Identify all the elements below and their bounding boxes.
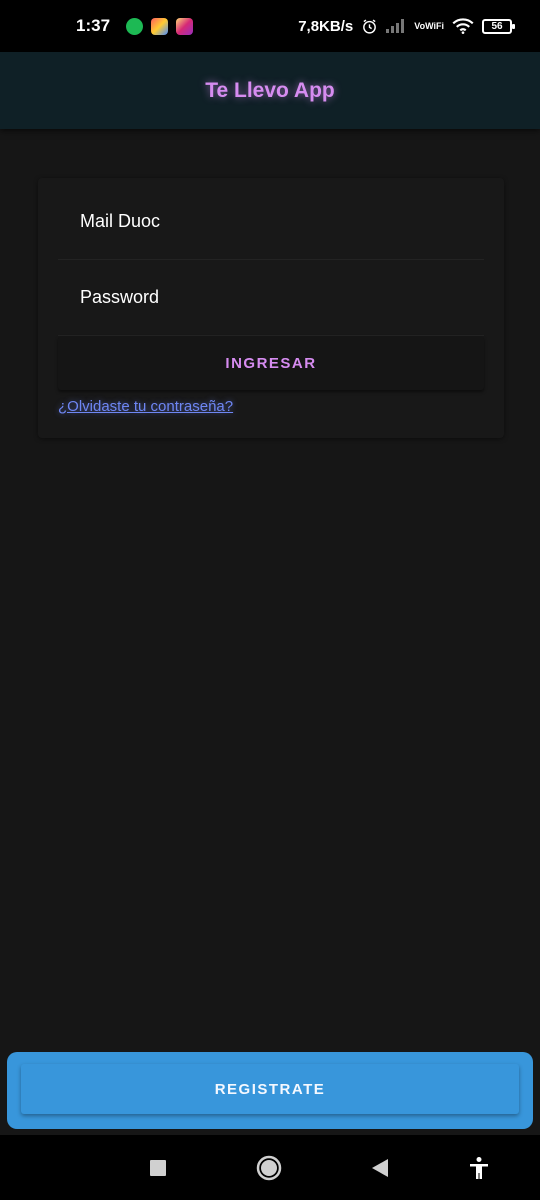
accessibility-icon[interactable] [466,1155,492,1181]
recents-icon[interactable] [145,1155,171,1181]
navigation-bar [0,1135,540,1200]
home-icon[interactable] [256,1155,282,1181]
vowifi-icon: Vo WiFi [414,20,444,31]
signal-icon [386,19,406,33]
instagram-icon [176,17,194,35]
password-input[interactable] [80,287,484,308]
status-right: 7,8KB/s Vo WiFi 56 [298,17,515,35]
email-input[interactable] [80,211,484,232]
wifi-icon [452,18,474,34]
battery-icon: 56 [482,18,515,34]
register-footer: REGISTRATE [7,1052,533,1129]
vowifi-bottom: WiFi [425,20,444,31]
back-icon[interactable] [367,1155,393,1181]
app-toolbar: Te Llevo App [0,52,540,129]
forgot-password-link[interactable]: ¿Olvidaste tu contraseña? [58,398,233,415]
status-left: 1:37 [76,16,194,36]
register-button[interactable]: REGISTRATE [21,1064,519,1114]
app-title: Te Llevo App [205,78,335,102]
vowifi-top: Vo [414,20,426,31]
alarm-icon [361,18,378,35]
network-speed: 7,8KB/s [298,17,354,35]
password-field [58,260,484,336]
login-card: INGRESAR ¿Olvidaste tu contraseña? [38,178,504,438]
login-button[interactable]: INGRESAR [58,336,484,390]
photos-icon [151,17,169,35]
spotify-icon [126,17,144,35]
email-field [58,184,484,260]
status-bar: 1:37 7,8KB/s Vo WiFi 56 [0,0,540,52]
screen: 1:37 7,8KB/s Vo WiFi 56 Te Llevo App Mai… [0,0,540,1200]
status-time: 1:37 [76,16,111,35]
